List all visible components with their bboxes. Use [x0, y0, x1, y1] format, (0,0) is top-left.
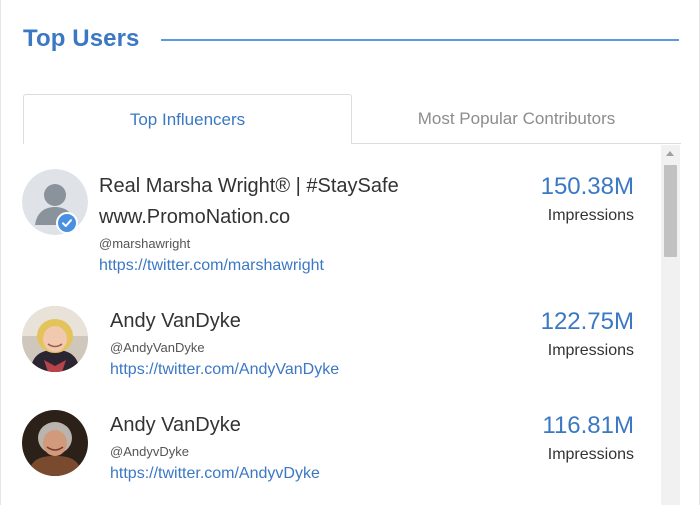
verified-badge-icon [56, 212, 78, 234]
user-list: Real Marsha Wright® | #StaySafe www.Prom… [1, 145, 661, 505]
list-scrollbar[interactable] [661, 145, 680, 505]
impressions-label: Impressions [547, 446, 634, 463]
list-item: Andy VanDyke @AndyVanDyke https://twitte… [1, 290, 661, 394]
impressions-metric: 150.38M Impressions [504, 173, 634, 225]
user-handle: @AndyVanDyke [110, 340, 205, 355]
tab-most-popular-contributors[interactable]: Most Popular Contributors [352, 94, 681, 144]
impressions-metric: 122.75M Impressions [504, 308, 634, 360]
profile-photo-avatar [22, 410, 88, 476]
scroll-up-arrow-icon[interactable] [666, 151, 674, 156]
tab-top-influencers[interactable]: Top Influencers [23, 94, 352, 144]
user-name: Andy VanDyke [110, 310, 241, 332]
user-profile-link[interactable]: https://twitter.com/marshawright [99, 257, 324, 275]
user-profile-link[interactable]: https://twitter.com/AndyvDyke [110, 465, 320, 483]
scrollbar-thumb[interactable] [664, 165, 677, 257]
user-name: Andy VanDyke [110, 414, 241, 436]
user-name-website: www.PromoNation.co [99, 206, 291, 228]
panel-header: Top Users [23, 22, 679, 56]
impressions-value: 150.38M [540, 173, 634, 200]
impressions-label: Impressions [547, 207, 634, 224]
top-users-panel: Top Users Top Influencers Most Popular C… [0, 0, 700, 505]
list-item: Real Marsha Wright® | #StaySafe www.Prom… [1, 145, 661, 290]
tab-bar: Top Influencers Most Popular Contributor… [23, 94, 681, 144]
user-handle: @AndyvDyke [110, 444, 189, 459]
title-divider [161, 39, 679, 41]
impressions-metric: 116.81M Impressions [504, 412, 634, 464]
user-handle: @marshawright [99, 236, 191, 251]
default-user-icon [22, 169, 88, 235]
list-item: Andy VanDyke @AndyvDyke https://twitter.… [1, 394, 661, 505]
impressions-label: Impressions [547, 342, 634, 359]
user-name: Real Marsha Wright® | #StaySafe [99, 175, 399, 197]
impressions-value: 122.75M [540, 308, 634, 335]
profile-photo-avatar [22, 306, 88, 372]
user-profile-link[interactable]: https://twitter.com/AndyVanDyke [110, 361, 339, 379]
impressions-value: 116.81M [542, 412, 634, 439]
panel-title: Top Users [23, 25, 140, 52]
